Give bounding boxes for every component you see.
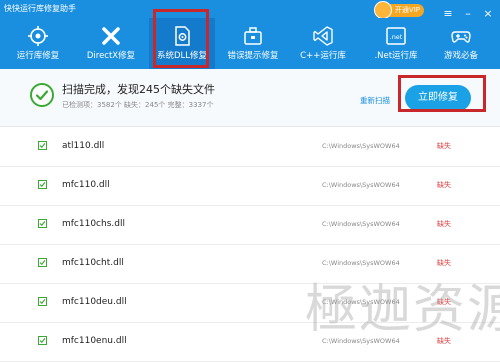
visual-studio-icon <box>313 26 333 46</box>
vip-button[interactable]: 开通VIP <box>374 1 424 19</box>
nav-error-repair[interactable]: 错误提示修复 <box>220 18 286 69</box>
file-status: 缺失 <box>437 220 451 228</box>
file-name: mfc110chs.dll <box>62 219 125 229</box>
file-path: C:\Windows\SysWOW64 <box>322 220 400 228</box>
scan-stats: 已检测项：3582个 缺失：245个 完整：3337个 <box>62 101 214 109</box>
nav-label: 游戏必备 <box>443 51 478 61</box>
nav-game-essentials[interactable]: 游戏必备 <box>428 18 494 69</box>
toolbox-icon <box>244 27 262 45</box>
list-item: mfc110cht.dll C:\Windows\SysWOW64 缺失 <box>0 244 500 284</box>
list-item: atl110.dll C:\Windows\SysWOW64 缺失 <box>0 127 500 167</box>
file-checkbox[interactable] <box>38 219 47 228</box>
nav-label: 错误提示修复 <box>227 51 279 61</box>
nav-net-runtime[interactable]: .net .Net运行库 <box>363 18 429 69</box>
svg-text:.net: .net <box>390 33 403 41</box>
net-icon: .net <box>386 27 406 45</box>
file-checkbox[interactable] <box>38 336 47 345</box>
file-name: atl110.dll <box>62 141 105 151</box>
scan-result-title: 扫描完成，发现245个缺失文件 <box>62 83 215 96</box>
main-nav: 运行库修复 DirectX修复 系统DLL修复 错误提示修复 C++运行库 .n… <box>0 18 500 69</box>
crown-icon <box>374 1 392 19</box>
rescan-link[interactable]: 重新扫描 <box>360 96 390 106</box>
vip-label: 开通VIP <box>394 6 420 14</box>
file-status: 缺失 <box>437 181 451 189</box>
file-name: mfc110.dll <box>62 180 110 190</box>
list-item: mfc110.dll C:\Windows\SysWOW64 缺失 <box>0 166 500 206</box>
file-path: C:\Windows\SysWOW64 <box>322 181 400 189</box>
app-title: 快快运行库修复助手 <box>4 4 76 13</box>
nav-label: .Net运行库 <box>374 51 418 61</box>
scan-complete-check-icon <box>30 83 54 107</box>
file-path: C:\Windows\SysWOW64 <box>322 142 400 150</box>
nav-directx-repair[interactable]: DirectX修复 <box>78 18 144 69</box>
nav-label: C++运行库 <box>300 51 346 61</box>
file-checkbox[interactable] <box>38 180 47 189</box>
file-checkbox[interactable] <box>38 258 47 267</box>
file-path: C:\Windows\SysWOW64 <box>322 259 400 267</box>
file-name: mfc110deu.dll <box>62 297 127 307</box>
file-name: mfc110cht.dll <box>62 258 124 268</box>
file-checkbox[interactable] <box>38 297 47 306</box>
file-status: 缺失 <box>437 259 451 267</box>
gamepad-icon <box>451 31 471 43</box>
title-bar: 快快运行库修复助手 开通VIP ≡ – × <box>0 0 500 20</box>
nav-label: DirectX修复 <box>86 51 136 61</box>
annotation-highlight-fix-button <box>398 75 486 112</box>
file-name: mfc110enu.dll <box>62 336 127 346</box>
directx-icon <box>102 27 120 45</box>
nav-runtime-repair[interactable]: 运行库修复 <box>5 18 71 69</box>
annotation-highlight-dll-tab <box>153 9 209 68</box>
nav-cpp-runtime[interactable]: C++运行库 <box>290 18 356 69</box>
file-status: 缺失 <box>437 142 451 150</box>
file-checkbox[interactable] <box>38 141 47 150</box>
watermark: 極迦资源 <box>305 280 500 340</box>
target-icon <box>28 26 48 46</box>
list-item: mfc110chs.dll C:\Windows\SysWOW64 缺失 <box>0 205 500 245</box>
nav-label: 运行库修复 <box>16 51 60 61</box>
